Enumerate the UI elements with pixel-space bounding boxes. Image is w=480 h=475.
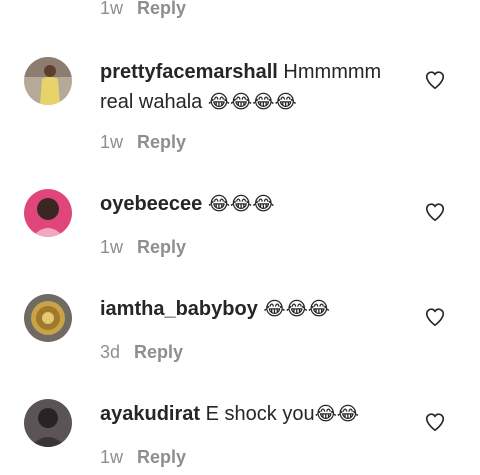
comment-time: 1w <box>100 447 124 467</box>
comment-meta: 1w Reply <box>100 0 186 19</box>
avatar[interactable] <box>24 189 72 237</box>
reply-button[interactable]: Reply <box>134 342 183 362</box>
avatar-yellow-dress-icon <box>24 57 72 105</box>
comment-time: 1w <box>100 0 124 18</box>
comment-username[interactable]: oyebeecee <box>100 193 202 215</box>
heart-outline-icon[interactable] <box>424 306 446 328</box>
avatar[interactable] <box>24 294 72 342</box>
reply-button[interactable]: Reply <box>137 132 186 152</box>
comment-text: ayakudirat E shock you😂😂 <box>100 399 410 429</box>
reply-button[interactable]: Reply <box>137 237 186 257</box>
heart-outline-icon[interactable] <box>424 201 446 223</box>
laughing-emoji-icon: 😂😂😂 <box>207 193 275 215</box>
comment-username[interactable]: prettyfacemarshall <box>100 61 278 83</box>
heart-outline-icon[interactable] <box>424 411 446 433</box>
comment-meta: 1w Reply <box>100 132 186 153</box>
comment-time: 1w <box>100 237 124 257</box>
comment-time: 1w <box>100 132 124 152</box>
avatar-gold-coin-icon <box>24 294 72 342</box>
comment-meta: 1w Reply <box>100 237 186 258</box>
comment-text: oyebeecee 😂😂😂 <box>100 189 410 219</box>
avatar[interactable] <box>24 57 72 105</box>
comment-meta: 3d Reply <box>100 342 183 363</box>
avatar-dark-portrait-icon <box>24 399 72 447</box>
comment-text: prettyfacemarshall Hmmmmm real wahala 😂😂… <box>100 57 410 117</box>
comment-username[interactable]: ayakudirat <box>100 403 200 425</box>
laughing-emoji-icon: 😂😂😂😂 <box>207 91 297 113</box>
reply-button[interactable]: Reply <box>137 447 186 467</box>
avatar[interactable] <box>24 399 72 447</box>
reply-button[interactable]: Reply <box>137 0 186 18</box>
laughing-emoji-icon: 😂😂 <box>314 403 359 425</box>
comment-username[interactable]: iamtha_babyboy <box>100 298 258 320</box>
comment-text: iamtha_babyboy 😂😂😂 <box>100 294 410 324</box>
laughing-emoji-icon: 😂😂😂 <box>263 298 330 320</box>
comment-meta: 1w Reply <box>100 447 186 468</box>
avatar-pink-portrait-icon <box>24 189 72 237</box>
heart-outline-icon[interactable] <box>424 69 446 91</box>
comment-body: E shock you <box>200 403 315 425</box>
comment-time: 3d <box>100 342 121 362</box>
